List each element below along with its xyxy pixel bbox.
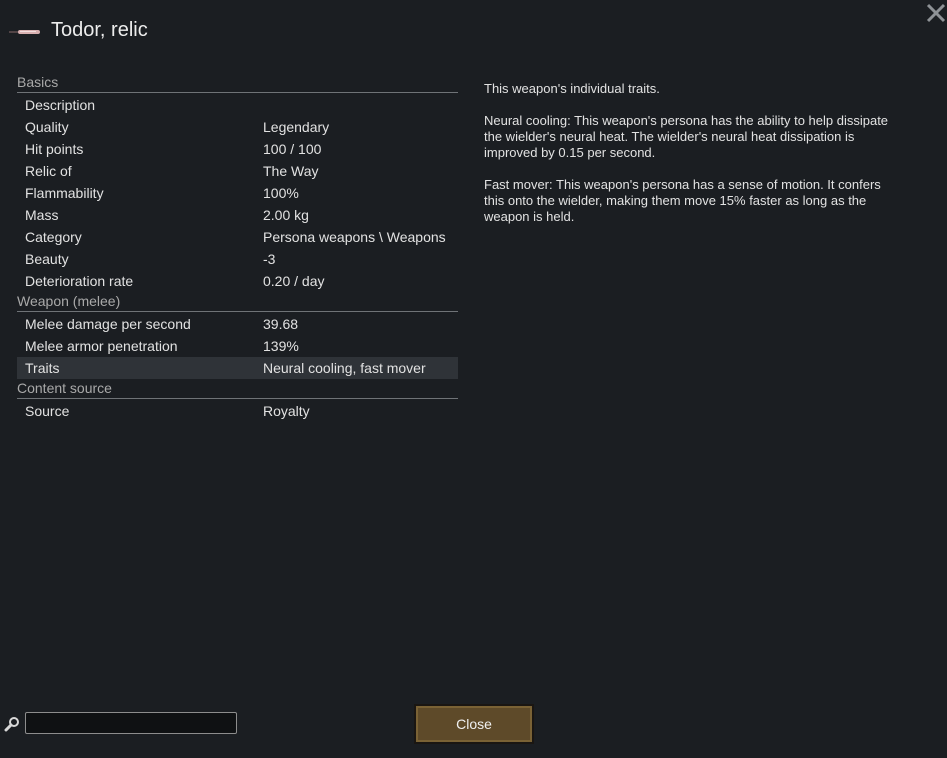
stat-row-source[interactable]: Source Royalty [17, 400, 458, 422]
description-neural-cooling: Neural cooling: This weapon's persona ha… [484, 113, 889, 160]
stat-label: Flammability [25, 185, 104, 201]
search-input[interactable] [25, 712, 237, 734]
stat-row-melee-dps[interactable]: Melee damage per second 39.68 [17, 313, 458, 335]
stat-label: Source [25, 403, 70, 419]
stat-row-beauty[interactable]: Beauty -3 [17, 248, 458, 270]
stat-value: -3 [263, 251, 276, 267]
description-fast-mover: Fast mover: This weapon's persona has a … [484, 177, 881, 224]
stat-label: Traits [25, 360, 60, 376]
stat-label: Quality [25, 119, 69, 135]
stat-value: 139% [263, 338, 299, 354]
close-x-icon[interactable] [925, 2, 947, 24]
stat-value: 39.68 [263, 316, 299, 332]
stat-row-deterioration-rate[interactable]: Deterioration rate 0.20 / day [17, 270, 458, 292]
stat-value: 2.00 kg [263, 207, 309, 223]
stat-row-relic-of[interactable]: Relic of The Way [17, 160, 458, 182]
stat-value: Persona weapons \ Weapons [263, 229, 446, 245]
stat-value: Legendary [263, 119, 330, 135]
stat-label: Melee armor penetration [25, 338, 178, 354]
stat-label: Category [25, 229, 82, 245]
stat-label: Melee damage per second [25, 316, 191, 332]
description-panel: This weapon's individual traits. Neural … [484, 81, 894, 241]
stat-value: 100% [263, 185, 299, 201]
close-button[interactable]: Close [414, 704, 534, 744]
search-icon [4, 717, 19, 732]
stat-label: Beauty [25, 251, 69, 267]
stat-label: Description [25, 97, 96, 113]
stat-label: Relic of [25, 163, 72, 179]
stat-label: Hit points [25, 141, 84, 157]
stat-value: Royalty [263, 403, 310, 419]
stat-value: Neural cooling, fast mover [263, 360, 426, 376]
stat-row-flammability[interactable]: Flammability 100% [17, 182, 458, 204]
stats-panel: Basics Description Quality Legendary Hit… [17, 73, 458, 422]
stat-row-description[interactable]: Description [17, 94, 458, 116]
stat-row-hit-points[interactable]: Hit points 100 / 100 [17, 138, 458, 160]
window-title: Todor, relic [51, 19, 148, 41]
section-header-content-source: Content source [17, 379, 458, 399]
description-intro: This weapon's individual traits. [484, 81, 660, 96]
stat-value: The Way [263, 163, 319, 179]
section-header-basics: Basics [17, 73, 458, 93]
stat-value: 100 / 100 [263, 141, 322, 157]
stat-row-traits[interactable]: Traits Neural cooling, fast mover [17, 357, 458, 379]
relic-weapon-icon [9, 30, 40, 34]
stat-row-quality[interactable]: Quality Legendary [17, 116, 458, 138]
stat-row-category[interactable]: Category Persona weapons \ Weapons [17, 226, 458, 248]
stat-label: Deterioration rate [25, 273, 134, 289]
stat-row-melee-armor-penetration[interactable]: Melee armor penetration 139% [17, 335, 458, 357]
section-header-weapon-melee: Weapon (melee) [17, 292, 458, 312]
stat-label: Mass [25, 207, 59, 223]
stat-value: 0.20 / day [263, 273, 325, 289]
stat-row-mass[interactable]: Mass 2.00 kg [17, 204, 458, 226]
